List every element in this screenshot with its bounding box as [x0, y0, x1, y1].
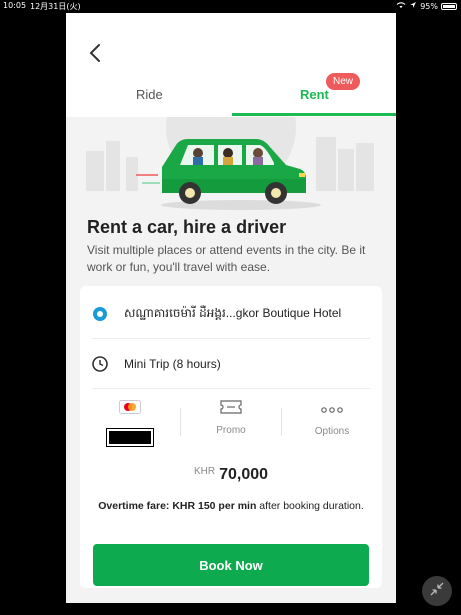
- battery-percent: 95%: [420, 1, 438, 11]
- booking-panel: សណ្ឋាគារចេម៉ារី ដឺអង្គរ...gkor Boutique …: [80, 286, 382, 588]
- screen: 10:05 12月31日(火) 95% Ride Rent New Rent a…: [0, 0, 461, 615]
- clock-icon: [92, 355, 108, 372]
- package-row[interactable]: Mini Trip (8 hours): [92, 339, 370, 389]
- promo-option[interactable]: Promo: [181, 394, 281, 454]
- overtime-fare-bold: Overtime fare: KHR 150 per min: [98, 500, 257, 512]
- tab-rent[interactable]: Rent: [300, 87, 329, 102]
- status-date: 12月31日(火): [30, 2, 81, 11]
- active-tab-indicator: [232, 113, 396, 116]
- book-now-button[interactable]: Book Now: [93, 544, 369, 586]
- pickup-radio-icon: [92, 306, 108, 322]
- promo-label: Promo: [216, 425, 246, 436]
- page-title: Rent a car, hire a driver: [87, 217, 287, 237]
- location-icon: [409, 1, 417, 11]
- payment-options: Promo Options: [80, 394, 382, 454]
- package-text: Mini Trip (8 hours): [124, 356, 221, 371]
- pickup-location-text: សណ្ឋាគារចេម៉ារី ដឺអង្គរ...gkor Boutique …: [124, 305, 342, 320]
- collapse-arrows-icon: [430, 582, 444, 601]
- more-dots-icon: [320, 402, 344, 420]
- more-options[interactable]: Options: [282, 394, 382, 454]
- price: KHR 70,000: [80, 466, 382, 484]
- battery-icon: [441, 2, 457, 10]
- tab-ride[interactable]: Ride: [136, 87, 163, 102]
- new-badge: New: [326, 73, 361, 90]
- payment-method-option[interactable]: [80, 394, 180, 454]
- app-window: Ride Rent New Rent a car, hire a driver …: [66, 13, 396, 603]
- page-subtitle: Visit multiple places or attend events i…: [87, 243, 366, 274]
- pickup-location-row[interactable]: សណ្ឋាគារចេម៉ារី ដឺអង្គរ...gkor Boutique …: [92, 289, 370, 339]
- overtime-fare-rest: after booking duration.: [256, 500, 364, 512]
- back-arrow-icon[interactable]: [86, 41, 106, 65]
- header: Ride Rent New: [66, 13, 396, 117]
- price-value: 70,000: [219, 466, 269, 483]
- hero-illustration: [66, 62, 396, 217]
- payment-method-label-redacted: [106, 428, 154, 447]
- price-currency: KHR: [193, 466, 216, 477]
- mastercard-icon: [119, 400, 141, 419]
- status-time: 10:05: [3, 1, 27, 10]
- status-bar: 10:05 12月31日(火) 95%: [0, 0, 461, 12]
- status-right: 95%: [396, 1, 457, 11]
- green-car-with-passengers-icon: [86, 62, 374, 210]
- promo-ticket-icon: [220, 400, 242, 419]
- collapse-window-button[interactable]: [422, 576, 452, 606]
- options-label: Options: [314, 426, 350, 437]
- overtime-fare: Overtime fare: KHR 150 per min after boo…: [80, 500, 382, 512]
- wifi-icon: [396, 1, 406, 11]
